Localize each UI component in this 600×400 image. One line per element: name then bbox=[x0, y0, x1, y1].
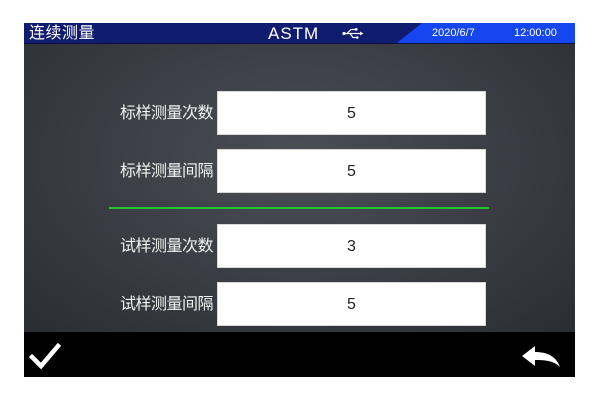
standard-count-label: 标样测量次数 bbox=[119, 103, 214, 122]
usb-icon bbox=[342, 28, 364, 39]
back-arrow-icon[interactable] bbox=[521, 345, 561, 371]
sample-count-label: 试样测量次数 bbox=[119, 236, 214, 255]
standard-interval-label: 标样测量间隔 bbox=[119, 161, 214, 180]
sample-count-field[interactable]: 3 bbox=[217, 224, 486, 268]
measurement-mode: ASTM bbox=[268, 24, 320, 43]
standard-interval-field[interactable]: 5 bbox=[217, 149, 486, 193]
screen-title: 连续测量 bbox=[29, 23, 96, 42]
checkmark-icon[interactable] bbox=[29, 342, 61, 370]
bottom-toolbar bbox=[24, 332, 575, 377]
time-display: 12:00:00 bbox=[514, 27, 557, 39]
status-bar: 连续测量 ASTM 2020/6/7 12:00:00 bbox=[24, 23, 575, 44]
section-divider bbox=[109, 207, 489, 209]
sample-interval-row: 试样测量间隔 5 bbox=[24, 282, 575, 326]
device-screen: 连续测量 ASTM 2020/6/7 12:00:00 标样测量次数 5 标样测… bbox=[24, 23, 575, 377]
sample-count-row: 试样测量次数 3 bbox=[24, 224, 575, 268]
settings-panel: 标样测量次数 5 标样测量间隔 5 试样测量次数 3 试样测量间隔 5 bbox=[24, 44, 575, 332]
standard-count-field[interactable]: 5 bbox=[217, 91, 486, 135]
date-display: 2020/6/7 bbox=[432, 27, 475, 39]
standard-count-row: 标样测量次数 5 bbox=[24, 91, 575, 135]
sample-interval-field[interactable]: 5 bbox=[217, 282, 486, 326]
standard-interval-row: 标样测量间隔 5 bbox=[24, 149, 575, 193]
sample-interval-label: 试样测量间隔 bbox=[119, 294, 214, 313]
